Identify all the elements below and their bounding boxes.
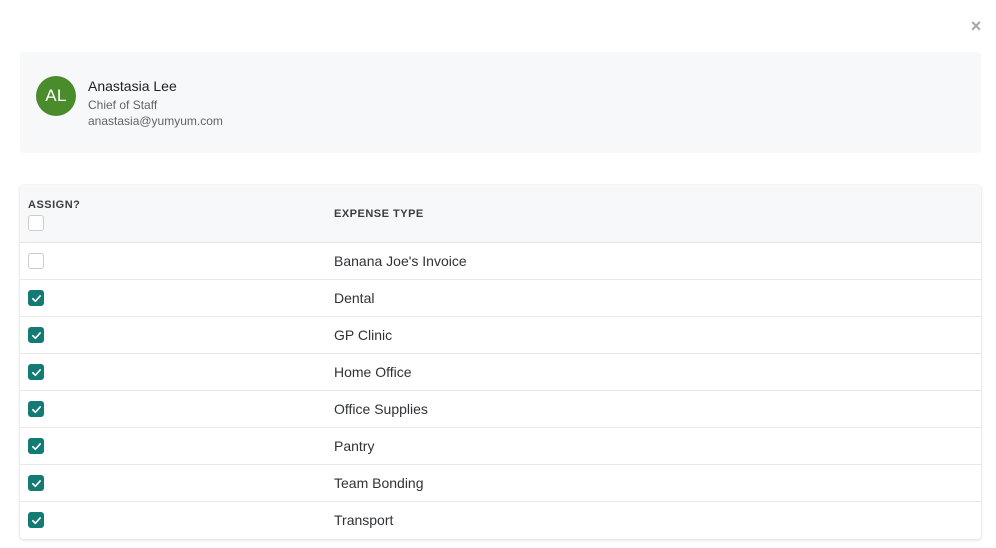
table-row: Dental bbox=[20, 280, 981, 317]
avatar: AL bbox=[36, 76, 76, 116]
close-icon[interactable]: × bbox=[968, 17, 984, 35]
profile-card: AL Anastasia Lee Chief of Staff anastasi… bbox=[20, 52, 981, 153]
table-row: Pantry bbox=[20, 428, 981, 465]
assign-checkbox-wrapper bbox=[28, 401, 44, 417]
user-role: Chief of Staff bbox=[88, 98, 158, 112]
expense-type-label: Office Supplies bbox=[334, 401, 428, 417]
check-icon bbox=[31, 479, 41, 487]
select-all-checkbox[interactable] bbox=[28, 215, 44, 231]
assign-checkbox-wrapper bbox=[28, 327, 44, 343]
expense-type-label: Pantry bbox=[334, 438, 375, 454]
assign-checkbox-wrapper bbox=[28, 364, 44, 380]
assign-checkbox-wrapper bbox=[28, 475, 44, 491]
expense-type-label: GP Clinic bbox=[334, 327, 393, 343]
expense-type-table: ASSIGN? EXPENSE TYPE Banana Joe's Invoic… bbox=[20, 185, 981, 539]
assign-expense-types-modal: × AL Anastasia Lee Chief of Staff anasta… bbox=[0, 0, 996, 548]
check-icon bbox=[31, 516, 41, 524]
check-icon bbox=[31, 368, 41, 376]
check-icon bbox=[31, 442, 41, 450]
assign-checkbox[interactable] bbox=[28, 253, 44, 269]
assign-checkbox[interactable] bbox=[28, 512, 44, 528]
expense-type-label: Home Office bbox=[334, 364, 412, 380]
check-icon bbox=[31, 294, 41, 302]
table-header: ASSIGN? EXPENSE TYPE bbox=[20, 185, 981, 243]
assign-checkbox[interactable] bbox=[28, 290, 44, 306]
expense-type-label: Transport bbox=[334, 512, 394, 528]
table-row: GP Clinic bbox=[20, 317, 981, 354]
expense-type-label: Dental bbox=[334, 290, 375, 306]
expense-type-column-header: EXPENSE TYPE bbox=[334, 208, 424, 220]
user-name: Anastasia Lee bbox=[88, 78, 177, 94]
assign-checkbox-wrapper bbox=[28, 253, 44, 269]
user-email: anastasia@yumyum.com bbox=[88, 114, 223, 128]
assign-checkbox[interactable] bbox=[28, 364, 44, 380]
table-row: Home Office bbox=[20, 354, 981, 391]
table-row: Banana Joe's Invoice bbox=[20, 243, 981, 280]
table-row: Transport bbox=[20, 502, 981, 539]
assign-checkbox-wrapper bbox=[28, 512, 44, 528]
assign-checkbox[interactable] bbox=[28, 327, 44, 343]
assign-checkbox[interactable] bbox=[28, 475, 44, 491]
check-icon bbox=[31, 331, 41, 339]
assign-column-header: ASSIGN? bbox=[28, 199, 81, 211]
expense-type-label: Banana Joe's Invoice bbox=[334, 253, 467, 269]
assign-checkbox[interactable] bbox=[28, 438, 44, 454]
assign-checkbox-wrapper bbox=[28, 290, 44, 306]
select-all-checkbox-wrapper bbox=[28, 215, 44, 231]
assign-checkbox[interactable] bbox=[28, 401, 44, 417]
expense-type-label: Team Bonding bbox=[334, 475, 424, 491]
check-icon bbox=[31, 405, 41, 413]
assign-checkbox-wrapper bbox=[28, 438, 44, 454]
table-row: Office Supplies bbox=[20, 391, 981, 428]
table-row: Team Bonding bbox=[20, 465, 981, 502]
table-body: Banana Joe's Invoice Dental GP Clinic Home … bbox=[20, 243, 981, 539]
